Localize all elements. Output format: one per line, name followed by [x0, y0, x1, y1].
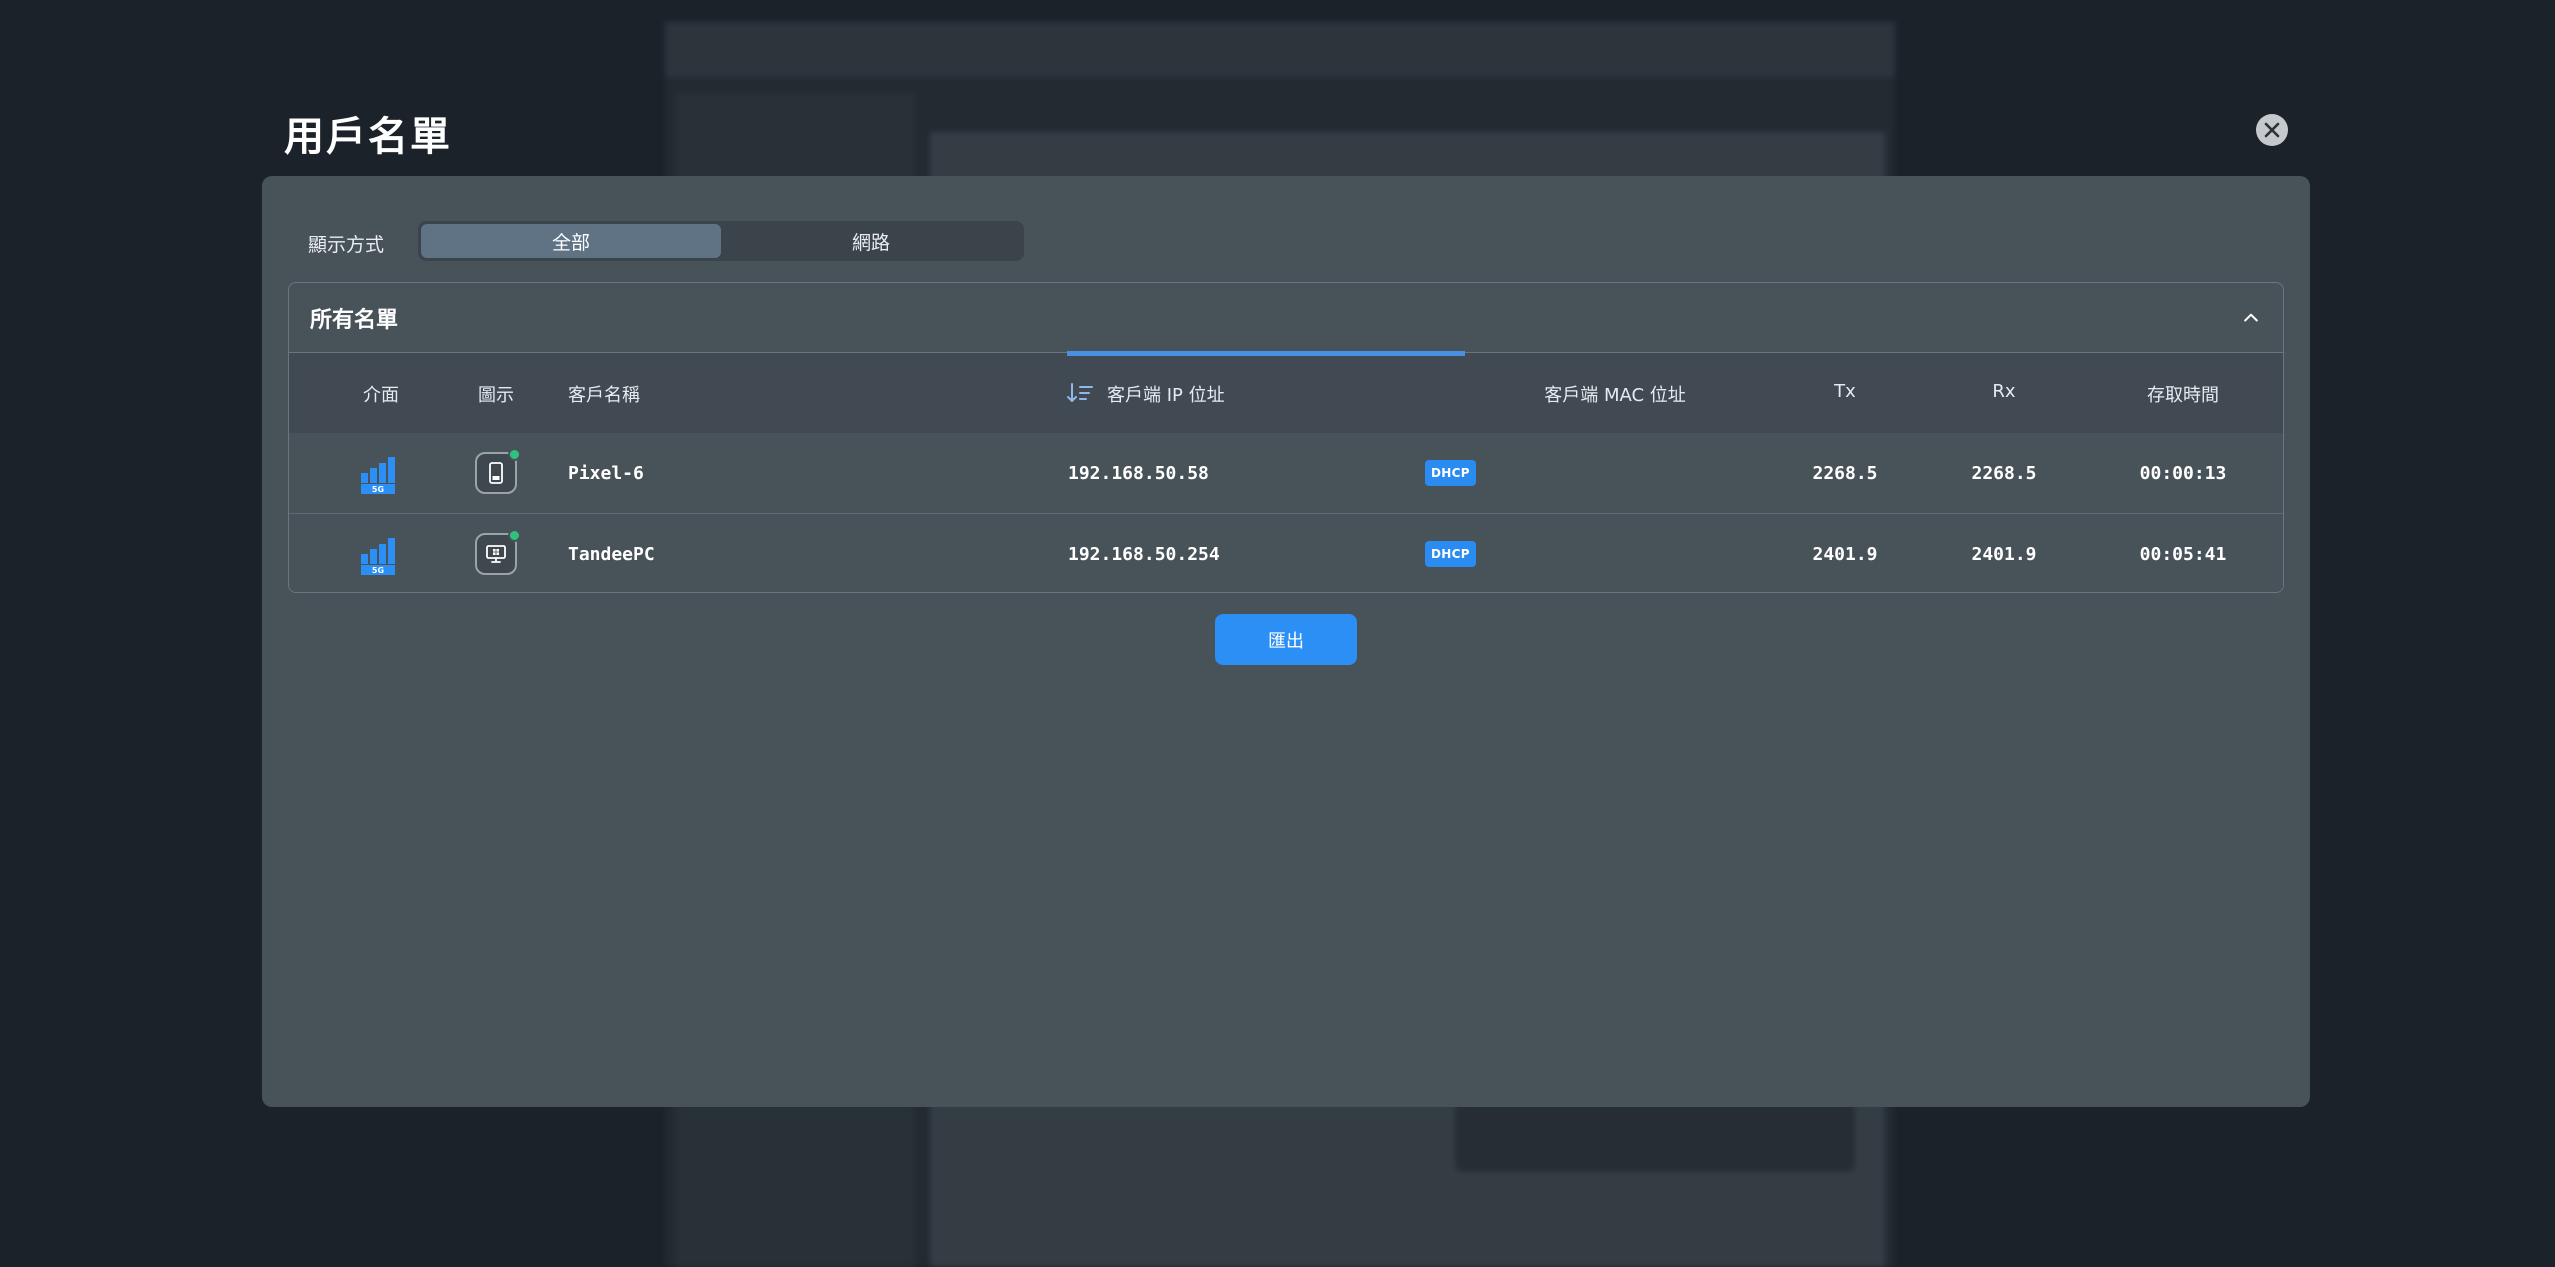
view-mode-all-button[interactable]: 全部	[421, 224, 721, 258]
tx-value: 2268.5	[1812, 462, 1878, 484]
view-mode-network-button[interactable]: 網路	[721, 224, 1021, 258]
client-table: 介面 圖示 客戶名稱 客戶端 IP 位址 客戶端 MAC 位址 Tx Rx 存取…	[289, 351, 2283, 592]
dhcp-badge: DHCP	[1425, 541, 1476, 567]
background-card	[1455, 1102, 1855, 1172]
svg-text:5G: 5G	[372, 566, 384, 575]
table-row[interactable]: 5G TandeePC 192.168.50.254 DHCP 2401.9 2…	[289, 513, 2283, 592]
chevron-up-icon[interactable]	[2239, 306, 2263, 330]
device-icon-frame[interactable]	[475, 529, 521, 575]
client-list-header: 所有名單	[289, 283, 2283, 353]
smartphone-icon	[489, 462, 503, 484]
device-icon-cell	[475, 514, 521, 592]
export-button[interactable]: 匯出	[1215, 614, 1357, 665]
column-header-tx[interactable]: Tx	[1834, 381, 1856, 402]
view-mode-label: 顯示方式	[308, 234, 385, 256]
column-header-client-name[interactable]: 客戶名稱	[568, 381, 640, 407]
table-header-row: 介面 圖示 客戶名稱 客戶端 IP 位址 客戶端 MAC 位址 Tx Rx 存取…	[289, 351, 2283, 433]
client-name[interactable]: Pixel-6	[568, 433, 644, 513]
table-row[interactable]: 5G Pixel-6 192.168.50.58 DHCP 2268.5 226…	[289, 433, 2283, 513]
sort-indicator	[1067, 351, 1465, 356]
close-button[interactable]	[2256, 114, 2288, 146]
device-icon-frame[interactable]	[475, 448, 521, 494]
online-status-dot	[508, 529, 521, 542]
online-status-dot	[508, 448, 521, 461]
interface-cell: 5G	[359, 514, 403, 592]
dhcp-badge: DHCP	[1425, 460, 1476, 486]
column-header-interface[interactable]: 介面	[363, 381, 399, 407]
ip-type-cell: DHCP	[1425, 514, 1476, 592]
view-mode-switch: 全部 網路	[418, 221, 1024, 261]
wifi-5g-icon: 5G	[361, 538, 395, 575]
sort-descending-icon[interactable]	[1067, 382, 1093, 404]
column-header-access-time[interactable]: 存取時間	[2147, 381, 2219, 407]
close-icon	[2264, 122, 2280, 138]
column-header-icon[interactable]: 圖示	[478, 381, 514, 407]
ip-type-cell: DHCP	[1425, 433, 1476, 513]
client-ip: 192.168.50.58	[1068, 462, 1209, 484]
column-header-client-ip[interactable]: 客戶端 IP 位址	[1107, 381, 1225, 407]
access-time-value: 00:00:13	[2139, 462, 2227, 484]
column-header-client-mac[interactable]: 客戶端 MAC 位址	[1544, 381, 1686, 407]
windows-pc-icon	[486, 545, 506, 563]
modal-title: 用戶名單	[284, 114, 452, 160]
svg-text:5G: 5G	[372, 485, 384, 494]
interface-cell: 5G	[359, 433, 403, 513]
rx-value: 2401.9	[1971, 543, 2037, 565]
device-icon-cell	[475, 433, 521, 513]
client-list-section: 所有名單 介面 圖示 客戶名稱 客戶端 IP 位址 客戶端 MAC 位址 Tx	[288, 282, 2284, 593]
client-list-panel: 顯示方式 全部 網路 所有名單 介面 圖示 客戶名稱 客戶端 IP 位址 客戶端…	[262, 176, 2310, 1107]
background-header	[665, 22, 1895, 77]
client-list-title: 所有名單	[310, 307, 399, 333]
client-ip: 192.168.50.254	[1068, 543, 1220, 565]
access-time-value: 00:05:41	[2139, 543, 2227, 565]
column-header-rx[interactable]: Rx	[1992, 381, 2015, 402]
wifi-5g-icon: 5G	[361, 457, 395, 494]
rx-value: 2268.5	[1971, 462, 2037, 484]
tx-value: 2401.9	[1812, 543, 1878, 565]
client-name[interactable]: TandeePC	[568, 514, 655, 592]
